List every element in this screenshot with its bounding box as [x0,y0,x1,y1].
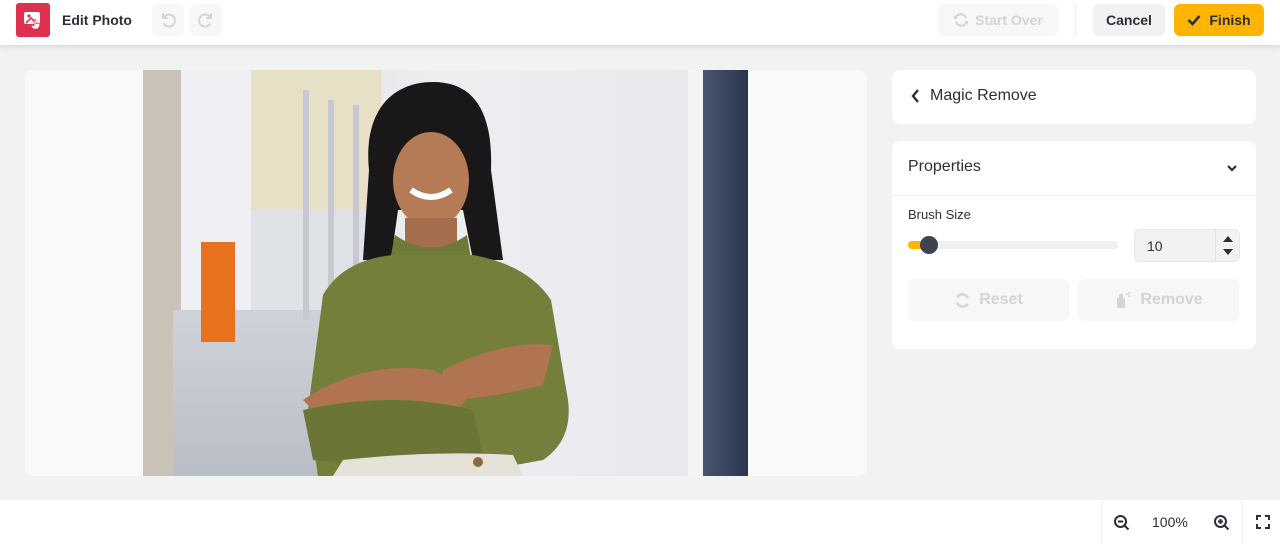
zoom-divider [1101,500,1102,544]
photo-edit-icon [16,3,50,37]
finish-label: Finish [1209,12,1251,28]
zoom-out-icon[interactable] [1113,514,1131,532]
check-icon [1187,15,1201,26]
properties-divider [892,195,1256,196]
finish-button[interactable]: Finish [1174,4,1264,36]
increment-icon[interactable] [1223,236,1233,242]
remove-button[interactable]: Remove [1078,279,1239,321]
remove-label: Remove [1140,291,1203,308]
chevron-down-icon[interactable] [1226,163,1238,173]
properties-title: Properties [908,158,981,175]
redo-button[interactable] [190,4,222,36]
properties-card: Properties Brush Size 10 Reset Remove [892,141,1256,349]
fullscreen-icon[interactable] [1256,515,1270,529]
page-title: Edit Photo [62,12,132,28]
zoom-level: 100% [1152,514,1188,530]
tool-header-card: Magic Remove [892,70,1256,124]
tool-title: Magic Remove [930,87,1037,104]
stepper-controls [1215,230,1239,261]
brush-size-stepper[interactable]: 10 [1134,229,1240,262]
start-over-label: Start Over [975,12,1043,28]
edited-photo[interactable] [143,70,748,476]
brush-size-label: Brush Size [908,207,971,222]
refresh-icon [956,292,970,308]
reset-label: Reset [979,291,1023,308]
redo-icon [198,13,212,28]
chevron-left-icon[interactable] [910,88,922,104]
canvas-area[interactable] [25,70,867,476]
decrement-icon[interactable] [1223,249,1233,255]
slider-thumb[interactable] [920,236,938,254]
top-toolbar: Edit Photo Start Over Cancel Finish [0,0,1280,45]
undo-icon [162,13,176,28]
spray-icon [1117,292,1131,308]
start-over-button[interactable]: Start Over [938,4,1058,36]
fullscreen-divider [1242,500,1243,544]
bottom-bar: 100% [0,500,1280,544]
undo-button[interactable] [152,4,184,36]
reset-button[interactable]: Reset [908,279,1069,321]
refresh-icon [954,13,969,27]
brush-size-slider[interactable] [908,236,1118,254]
zoom-in-icon[interactable] [1213,514,1231,532]
toolbar-divider [1075,4,1076,36]
brush-size-value[interactable]: 10 [1147,238,1163,254]
cancel-button[interactable]: Cancel [1093,4,1165,36]
